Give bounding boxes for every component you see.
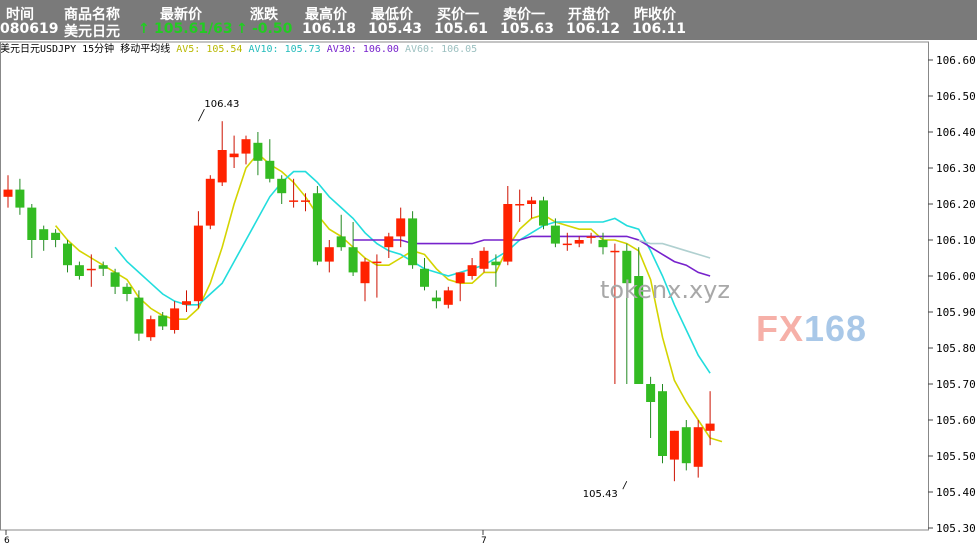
y-tick-label: 105.40 <box>936 486 976 499</box>
candle-body <box>646 384 656 402</box>
fx168-logo: FX168 <box>756 308 867 350</box>
y-tick-label: 106.50 <box>936 90 976 103</box>
logo-text-a: FX <box>756 308 805 349</box>
candle-body <box>598 240 608 248</box>
candle-body <box>253 142 263 161</box>
candle-body <box>289 200 299 202</box>
x-tick-label: 7 <box>481 536 487 544</box>
y-tick-label: 105.90 <box>936 306 976 319</box>
ma-line-av30 <box>353 235 711 277</box>
candle-body <box>301 200 310 202</box>
candle-body <box>277 178 287 194</box>
candle-body <box>15 189 25 208</box>
y-tick-label: 105.60 <box>936 414 976 427</box>
candle-body <box>658 391 667 456</box>
candle-body <box>134 297 144 334</box>
annotation-high: 106.43 <box>204 99 239 110</box>
candle-body <box>586 236 596 238</box>
candle-body <box>431 297 441 302</box>
candle-body <box>170 308 180 330</box>
candle-body <box>610 250 620 253</box>
candle-body <box>193 225 203 302</box>
ma-line-av10 <box>114 170 711 374</box>
site-watermark: tokenx.xyz <box>600 276 730 304</box>
candle-body <box>312 193 322 262</box>
candle-body <box>372 261 382 264</box>
candle-body <box>467 265 477 276</box>
annotation-low: 105.43 <box>583 489 618 500</box>
candle-body <box>86 268 96 271</box>
candle-body <box>384 236 394 248</box>
y-tick-label: 106.20 <box>936 198 976 211</box>
candle-body <box>574 240 584 244</box>
x-tick-label: 6 <box>4 536 10 544</box>
candle-body <box>51 232 61 240</box>
candle-body <box>63 243 72 266</box>
candle-body <box>110 272 120 287</box>
candle-body <box>182 301 191 305</box>
candle-body <box>420 268 429 287</box>
candle-body <box>443 290 453 305</box>
y-tick-label: 105.80 <box>936 342 976 355</box>
y-tick-label: 106.40 <box>936 126 976 139</box>
plot-frame <box>0 41 929 531</box>
candle-body <box>396 218 406 237</box>
candle-body <box>360 261 370 284</box>
candle-body <box>408 218 418 266</box>
logo-text-b: 168 <box>804 308 868 349</box>
annotation-leader <box>622 481 628 490</box>
candle-body <box>324 247 334 262</box>
candle-body <box>146 319 156 338</box>
candle-body <box>39 229 49 240</box>
candle-body <box>336 236 346 248</box>
candle-body <box>705 423 715 431</box>
candle-body <box>562 243 572 246</box>
candle-body <box>265 160 275 179</box>
candle-body <box>74 265 84 276</box>
candle-body <box>693 427 703 467</box>
candle-body <box>217 150 227 183</box>
candle-body <box>527 200 537 204</box>
y-tick-label: 105.70 <box>936 378 976 391</box>
y-tick-label: 106.60 <box>936 54 976 67</box>
candlestick-chart: 106.60 106.50 106.40 106.30 106.20 106.10 106.… <box>0 41 976 544</box>
candle-body <box>3 189 13 197</box>
candle-body <box>491 261 501 266</box>
candle-body <box>503 204 513 262</box>
y-tick-label: 105.30 <box>936 522 976 535</box>
candle-body <box>539 200 548 226</box>
candle-body <box>479 250 489 269</box>
candle-body <box>515 204 525 206</box>
candle-body <box>98 265 108 269</box>
y-tick-label: 106.30 <box>936 162 976 175</box>
candle-body <box>229 153 239 158</box>
candle-body <box>241 139 251 154</box>
y-tick-label: 106.00 <box>936 270 976 283</box>
annotation-leader <box>198 109 205 122</box>
candle-body <box>158 315 168 327</box>
candle-body <box>681 427 691 464</box>
candle-body <box>27 207 37 240</box>
candle-body <box>669 430 679 460</box>
candle-body <box>348 247 358 273</box>
candle-body <box>455 272 465 284</box>
y-tick-label: 106.10 <box>936 234 976 247</box>
candle-body <box>122 286 132 294</box>
candle-body <box>205 178 215 226</box>
y-tick-label: 105.50 <box>936 450 976 463</box>
candle-body <box>550 225 560 244</box>
